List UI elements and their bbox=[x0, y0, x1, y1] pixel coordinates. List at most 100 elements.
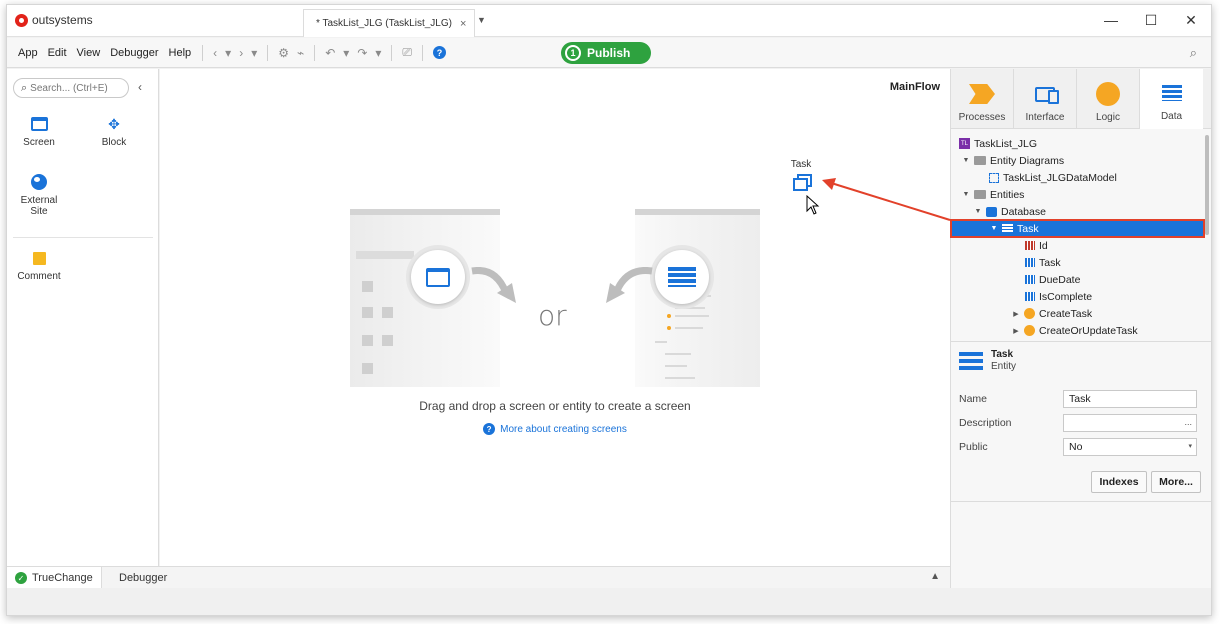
widget-comment[interactable]: Comment bbox=[9, 247, 69, 282]
property-public-select[interactable]: No ▾ bbox=[1063, 438, 1197, 456]
more-about-screens-link[interactable]: ? More about creating screens bbox=[160, 423, 950, 435]
tab-close-icon[interactable]: × bbox=[460, 18, 466, 30]
forward-dropdown-icon[interactable]: ▾ bbox=[247, 46, 261, 60]
tree-item-module[interactable]: TL TaskList_JLG bbox=[951, 135, 1204, 152]
drag-instructions: Drag and drop a screen or entity to crea… bbox=[419, 399, 691, 413]
search-icon[interactable]: ⌕ bbox=[1190, 45, 1197, 61]
widget-block[interactable]: ✥ Block bbox=[84, 113, 144, 149]
interface-icon bbox=[1035, 86, 1059, 104]
indexes-button[interactable]: Indexes bbox=[1091, 471, 1147, 493]
compare-merge-icon[interactable]: ⎚ bbox=[398, 45, 416, 60]
widget-screen[interactable]: Screen bbox=[9, 113, 69, 148]
menu-help[interactable]: Help bbox=[164, 47, 197, 59]
tab-logic-label: Logic bbox=[1096, 112, 1120, 123]
widget-external-site[interactable]: External Site bbox=[9, 171, 69, 217]
expand-panel-icon[interactable]: ▲ bbox=[930, 571, 940, 582]
flow-name-label: MainFlow bbox=[889, 81, 940, 93]
expand-arrow-icon[interactable]: ▼ bbox=[973, 208, 983, 215]
logo-text: outsystems bbox=[32, 13, 93, 27]
database-icon bbox=[986, 206, 997, 217]
property-description-input[interactable]: ... bbox=[1063, 414, 1197, 432]
folder-icon bbox=[974, 190, 986, 199]
tree-item-attribute[interactable]: IsComplete bbox=[951, 288, 1204, 305]
expand-arrow-icon[interactable]: ▼ bbox=[961, 191, 971, 198]
tab-processes-label: Processes bbox=[958, 112, 1006, 123]
module-icon: TL bbox=[959, 138, 970, 149]
title-bar: outsystems * TaskList_JLG (TaskList_JLG)… bbox=[7, 5, 1211, 37]
undo-dropdown-icon[interactable]: ▾ bbox=[339, 46, 353, 60]
tree-item-attribute[interactable]: Id bbox=[951, 237, 1204, 254]
service-studio-window: outsystems * TaskList_JLG (TaskList_JLG)… bbox=[6, 4, 1212, 616]
tab-list-dropdown-icon[interactable]: ▼ bbox=[477, 15, 486, 25]
menu-bar: App Edit View Debugger Help ‹ ▾ › ▾ ⚙ ⌁ … bbox=[7, 38, 1211, 68]
redo-icon[interactable]: ↷ bbox=[353, 46, 371, 60]
data-tree: TL TaskList_JLG ▼ Entity Diagrams TaskLi… bbox=[950, 135, 1205, 339]
entity-action-icon bbox=[1024, 308, 1035, 319]
maximize-button[interactable]: ☐ bbox=[1131, 5, 1171, 35]
tree-item-attribute[interactable]: DueDate bbox=[951, 271, 1204, 288]
tab-processes[interactable]: Processes bbox=[951, 69, 1014, 129]
tree-item-attribute[interactable]: Task bbox=[951, 254, 1204, 271]
toolbox-divider bbox=[13, 237, 153, 238]
attribute-label: Id bbox=[1039, 239, 1048, 252]
tree-item-entity-action[interactable]: ▶ CreateTask bbox=[951, 305, 1204, 322]
more-icon[interactable]: ... bbox=[1184, 417, 1192, 427]
screen-icon bbox=[426, 267, 450, 287]
document-tab[interactable]: * TaskList_JLG (TaskList_JLG) × bbox=[303, 9, 475, 37]
toolbox-search-input[interactable]: ⌕ Search... (Ctrl+E) bbox=[13, 78, 129, 98]
arrow-right-icon bbox=[471, 267, 516, 303]
tree-scrollbar[interactable] bbox=[1205, 135, 1209, 235]
tab-data[interactable]: Data bbox=[1140, 69, 1203, 129]
back-dropdown-icon[interactable]: ▾ bbox=[221, 46, 235, 60]
menu-edit[interactable]: Edit bbox=[43, 47, 72, 59]
tree-item-entity-action[interactable]: ▶ CreateOrUpdateTask bbox=[951, 322, 1204, 339]
processes-icon bbox=[969, 84, 995, 104]
dragged-entity[interactable]: Task bbox=[788, 159, 814, 194]
tab-debugger[interactable]: Debugger bbox=[111, 567, 175, 589]
property-name-row: Name Task bbox=[959, 389, 1199, 409]
menu-view[interactable]: View bbox=[72, 47, 106, 59]
help-icon[interactable]: ? bbox=[433, 46, 447, 59]
more-button[interactable]: More... bbox=[1151, 471, 1201, 493]
forward-icon[interactable]: › bbox=[235, 46, 247, 60]
minimize-button[interactable]: — bbox=[1091, 5, 1131, 35]
entity-icon bbox=[959, 352, 983, 370]
undo-icon[interactable]: ↶ bbox=[321, 46, 339, 60]
widget-toolbox: ⌕ Search... (Ctrl+E) ‹ Screen ✥ Block Ex… bbox=[7, 69, 159, 566]
empty-flow-illustration: or bbox=[350, 209, 760, 387]
tree-item-entity-diagrams[interactable]: ▼ Entity Diagrams bbox=[951, 152, 1204, 169]
properties-entity-name: Task bbox=[991, 349, 1014, 360]
collapse-arrow-icon[interactable]: ▶ bbox=[1011, 327, 1021, 335]
tree-item-task-entity[interactable]: ▼ Task bbox=[950, 219, 1205, 238]
widget-comment-label: Comment bbox=[17, 271, 61, 282]
plug-icon[interactable]: ⌁ bbox=[293, 46, 308, 60]
tab-interface-label: Interface bbox=[1025, 112, 1065, 123]
close-button[interactable]: ✕ bbox=[1171, 5, 1211, 35]
property-name-label: Name bbox=[959, 393, 988, 405]
collapse-arrow-icon[interactable]: ▶ bbox=[1011, 310, 1021, 318]
menu-app[interactable]: App bbox=[13, 47, 43, 59]
tree-item-entities[interactable]: ▼ Entities bbox=[951, 186, 1204, 203]
tree-item-database-label: Database bbox=[1001, 205, 1046, 218]
entity-icon bbox=[1002, 224, 1013, 233]
tab-logic[interactable]: Logic bbox=[1077, 69, 1140, 129]
tab-truechange[interactable]: ✓ TrueChange bbox=[7, 567, 102, 589]
back-icon[interactable]: ‹ bbox=[209, 46, 221, 60]
tab-interface[interactable]: Interface bbox=[1014, 69, 1077, 129]
tree-item-database[interactable]: ▼ Database bbox=[951, 203, 1204, 220]
collapse-panel-icon[interactable]: ‹ bbox=[138, 80, 142, 94]
settings-icon[interactable]: ⚙ bbox=[274, 46, 293, 60]
tree-item-data-model[interactable]: TaskList_JLGDataModel bbox=[951, 169, 1204, 186]
toolbar-separator bbox=[422, 44, 424, 61]
widget-block-label: Block bbox=[101, 137, 127, 148]
or-text: or bbox=[538, 299, 567, 332]
attribute-icon bbox=[1025, 258, 1035, 267]
flow-canvas[interactable]: MainFlow Task or Drag and drop a screen … bbox=[160, 69, 950, 566]
menu-debugger[interactable]: Debugger bbox=[105, 47, 163, 59]
property-name-input[interactable]: Task bbox=[1063, 390, 1197, 408]
expand-arrow-icon[interactable]: ▼ bbox=[961, 157, 971, 164]
expand-arrow-icon[interactable]: ▼ bbox=[989, 225, 999, 232]
properties-divider bbox=[951, 341, 1211, 342]
publish-button[interactable]: 1 Publish bbox=[561, 42, 651, 64]
redo-dropdown-icon[interactable]: ▾ bbox=[371, 46, 385, 60]
